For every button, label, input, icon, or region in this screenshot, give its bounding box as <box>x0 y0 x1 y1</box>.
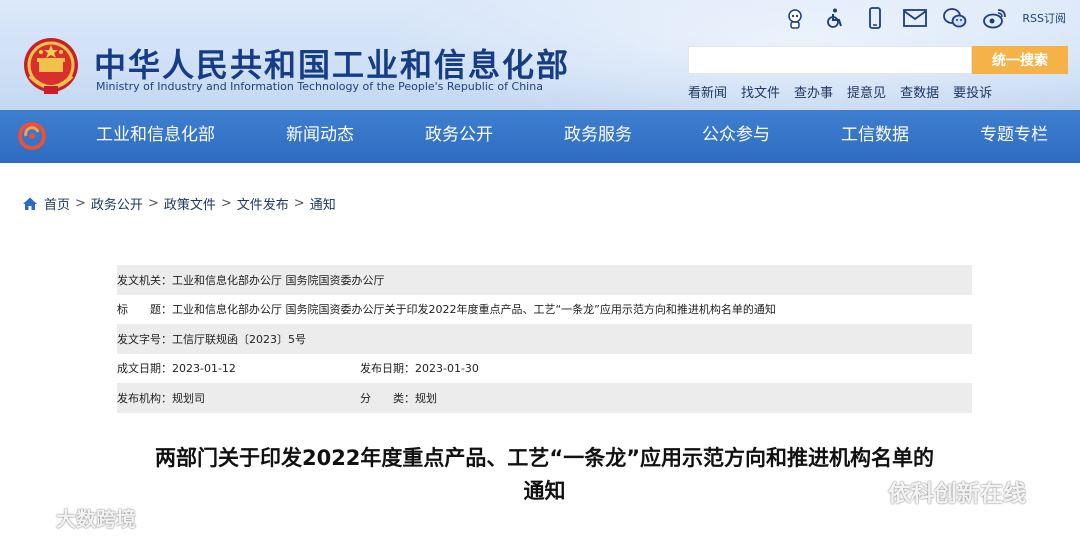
meta-label-doc-number: 发文字号： <box>117 332 172 346</box>
watermark-right-text: 依科创新在线 <box>888 481 1026 507</box>
watermark-left: 大数跨境 <box>8 503 136 532</box>
nav-item-public-participation[interactable]: 公众参与 <box>702 110 770 163</box>
robot-assistant-icon[interactable] <box>782 7 808 29</box>
weibo-icon[interactable] <box>982 7 1008 29</box>
meta-label-created: 成文日期： <box>117 362 172 376</box>
meta-created-date: 成文日期：2023-01-12 <box>117 360 360 376</box>
document-title-line-1: 两部门关于印发2022年度重点产品、工艺“一条龙”应用示范方向和推进机构名单的 <box>154 446 935 470</box>
document-meta-table: 发文机关： 工业和信息化部办公厅 国务院国资委办公厅 标 题： 工业和信息化部办… <box>117 265 972 413</box>
search-button[interactable]: 统一搜索 <box>972 46 1068 74</box>
site-subtitle: Ministry of Industry and Information Tec… <box>96 80 543 93</box>
meta-value-created: 2023-01-12 <box>172 362 236 376</box>
meta-value-published: 2023-01-30 <box>415 362 479 376</box>
meta-row-doc-number: 发文字号： 工信厅联规函〔2023〕5号 <box>117 324 972 354</box>
breadcrumb-separator: > <box>293 196 305 211</box>
quick-link-files[interactable]: 找文件 <box>741 82 780 101</box>
watermark-right: 依科创新在线 <box>840 474 1026 508</box>
meta-value-category: 规划 <box>415 391 437 405</box>
nav-item-miit-data[interactable]: 工信数据 <box>841 110 909 163</box>
nav-item-news[interactable]: 新闻动态 <box>286 110 354 163</box>
home-icon <box>23 197 37 210</box>
meta-label-issuer: 发文机关： <box>117 273 172 287</box>
quick-links: 看新闻 找文件 查办事 提意见 查数据 要投诉 <box>688 82 992 101</box>
rss-subscribe-link[interactable]: RSS订阅 <box>1022 10 1066 26</box>
watermark-logo-icon <box>10 509 50 526</box>
nav-item-government-services[interactable]: 政务服务 <box>564 110 632 163</box>
accessibility-icon[interactable] <box>822 7 848 29</box>
breadcrumb-separator: > <box>75 196 86 211</box>
miit-logo-icon[interactable] <box>18 122 46 150</box>
nav-item-special-topics[interactable]: 专题专栏 <box>980 110 1048 163</box>
meta-published-date: 发布日期：2023-01-30 <box>360 360 479 376</box>
meta-row-agency: 发布机构：规划司 分 类：规划 <box>117 383 972 413</box>
search-input[interactable] <box>688 46 972 74</box>
meta-row-dates: 成文日期：2023-01-12 发布日期：2023-01-30 <box>117 354 972 384</box>
utility-bar: RSS订阅 <box>782 6 1066 30</box>
quick-link-feedback[interactable]: 提意见 <box>847 82 886 101</box>
breadcrumb-government-affairs[interactable]: 政务公开 <box>91 194 143 213</box>
breadcrumb-policy-documents[interactable]: 政策文件 <box>164 194 216 213</box>
breadcrumb-document-release[interactable]: 文件发布 <box>237 194 289 213</box>
meta-value-agency: 规划司 <box>172 391 205 405</box>
mobile-icon[interactable] <box>862 7 888 29</box>
meta-label-category: 分 类： <box>360 391 415 405</box>
nav-item-government-affairs[interactable]: 政务公开 <box>425 110 493 163</box>
breadcrumb-separator: > <box>147 196 159 211</box>
meta-label-published: 发布日期： <box>360 362 415 376</box>
national-emblem-logo[interactable] <box>22 36 80 98</box>
breadcrumb-home[interactable]: 首页 <box>44 194 70 213</box>
nav-item-miit[interactable]: 工业和信息化部 <box>96 110 215 163</box>
meta-label-agency: 发布机构： <box>117 391 172 405</box>
wechat-watermark-icon <box>840 477 879 505</box>
meta-value-title: 工业和信息化部办公厅 国务院国资委办公厅关于印发2022年度重点产品、工艺“一条… <box>172 303 776 317</box>
meta-value-issuer: 工业和信息化部办公厅 国务院国资委办公厅 <box>172 273 385 287</box>
quick-link-data[interactable]: 查数据 <box>900 82 939 101</box>
meta-category: 分 类：规划 <box>360 390 437 406</box>
page: 中华人民共和国工业和信息化部 Ministry of Industry and … <box>0 0 1080 537</box>
meta-agency: 发布机构：规划司 <box>117 390 360 406</box>
wechat-icon[interactable] <box>942 7 968 29</box>
breadcrumb-separator: > <box>220 196 232 211</box>
email-icon[interactable] <box>902 7 928 29</box>
breadcrumb: 首页 > 政务公开 > 政策文件 > 文件发布 > 通知 <box>22 194 336 213</box>
quick-link-news[interactable]: 看新闻 <box>688 82 727 101</box>
watermark-left-text: 大数跨境 <box>56 507 136 531</box>
quick-link-complaint[interactable]: 要投诉 <box>953 82 992 101</box>
meta-value-doc-number: 工信厅联规函〔2023〕5号 <box>172 332 306 346</box>
meta-row-title: 标 题： 工业和信息化部办公厅 国务院国资委办公厅关于印发2022年度重点产品、… <box>117 295 972 325</box>
quick-link-services[interactable]: 查办事 <box>794 82 833 101</box>
site-header: 中华人民共和国工业和信息化部 Ministry of Industry and … <box>0 0 1080 163</box>
breadcrumb-notice[interactable]: 通知 <box>310 194 336 213</box>
meta-row-issuer: 发文机关： 工业和信息化部办公厅 国务院国资委办公厅 <box>117 265 972 295</box>
meta-label-title: 标 题： <box>117 303 172 317</box>
main-nav: 工业和信息化部 新闻动态 政务公开 政务服务 公众参与 工信数据 专题专栏 <box>0 110 1080 163</box>
